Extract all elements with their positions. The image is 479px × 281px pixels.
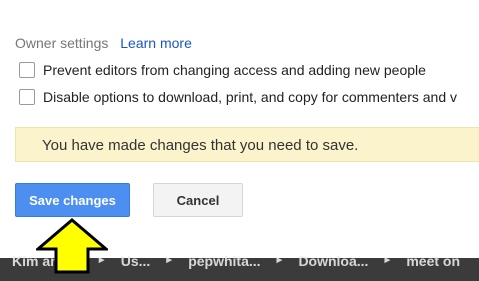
breadcrumb-item[interactable]: Us... [121, 252, 151, 270]
save-changes-button[interactable]: Save changes [15, 183, 130, 217]
prevent-editors-option[interactable]: Prevent editors from changing access and… [19, 62, 426, 78]
breadcrumb-item[interactable]: Downloa... [298, 252, 368, 270]
breadcrumb-separator-icon: ► [274, 255, 285, 266]
breadcrumb-separator-icon: ► [164, 255, 175, 266]
owner-settings-row: Owner settings Learn more [15, 35, 192, 51]
breadcrumb-item[interactable]: meet on [406, 252, 460, 270]
prevent-editors-checkbox[interactable] [19, 62, 35, 78]
owner-settings-label: Owner settings [15, 35, 109, 51]
learn-more-link[interactable]: Learn more [120, 35, 192, 51]
up-arrow-icon [36, 218, 108, 274]
unsaved-changes-text: You have made changes that you need to s… [42, 137, 359, 154]
disable-download-checkbox[interactable] [19, 89, 35, 105]
breadcrumb-separator-icon: ► [382, 255, 393, 266]
share-settings-page: Owner settings Learn more Prevent editor… [0, 0, 479, 281]
breadcrumb-item[interactable]: pepwhita... [188, 252, 260, 270]
prevent-editors-label: Prevent editors from changing access and… [43, 62, 426, 78]
disable-download-label: Disable options to download, print, and … [43, 89, 458, 105]
disable-download-option[interactable]: Disable options to download, print, and … [19, 89, 457, 105]
cancel-button[interactable]: Cancel [153, 183, 243, 217]
unsaved-changes-notice: You have made changes that you need to s… [15, 127, 479, 162]
